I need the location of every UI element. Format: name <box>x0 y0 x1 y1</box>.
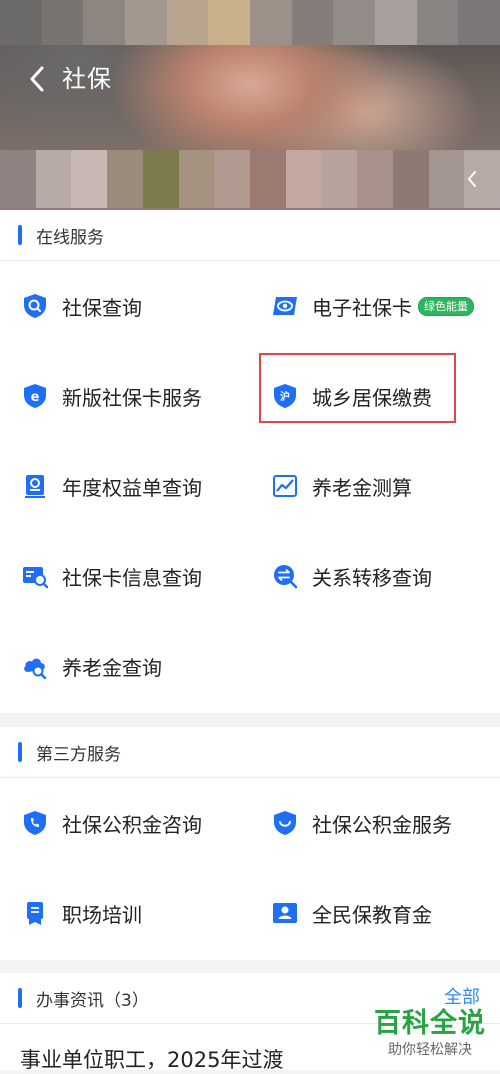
service-transfer-query[interactable]: 关系转移查询 <box>250 531 500 621</box>
person-card-icon <box>273 903 297 923</box>
online-services-section: 在线服务 社保查询 电子社保卡 绿色能量 e 新版社保卡服务 沪 城乡居保缴费 … <box>0 210 500 713</box>
service-label: 职场培训 <box>62 902 142 927</box>
blurred-user-info <box>0 150 500 208</box>
service-fund-service[interactable]: 社保公积金服务 <box>250 778 500 868</box>
svg-text:沪: 沪 <box>280 390 290 403</box>
line-chart-icon <box>273 475 297 497</box>
service-resident-insurance-payment[interactable]: 沪 城乡居保缴费 <box>250 351 500 441</box>
card-search-icon <box>23 567 48 589</box>
chevron-left-icon <box>30 66 44 92</box>
service-label: 养老金测算 <box>312 475 412 500</box>
service-label: 社保卡信息查询 <box>62 565 202 590</box>
receipt-search-icon <box>25 475 45 498</box>
chevron-left-icon <box>467 171 476 187</box>
blurred-status-area <box>0 0 500 45</box>
svg-text:e: e <box>31 390 40 405</box>
ribbon-badge-icon <box>27 902 43 925</box>
service-card-info-query[interactable]: 社保卡信息查询 <box>0 531 250 621</box>
shield-search-icon <box>24 294 46 318</box>
view-all-link[interactable]: 全部 <box>444 973 480 1023</box>
service-shebao-query[interactable]: 社保查询 <box>0 261 250 351</box>
service-education-fund[interactable]: 全民保教育金 <box>250 868 500 958</box>
section-title: 第三方服务 <box>36 744 121 765</box>
hero-banner: 社保 <box>0 0 500 210</box>
service-job-training[interactable]: 职场培训 <box>0 868 250 958</box>
service-label: 年度权益单查询 <box>62 475 202 500</box>
service-label: 社保公积金咨询 <box>62 812 202 837</box>
section-title: 办事资讯（3） <box>36 990 149 1011</box>
green-energy-badge: 绿色能量 <box>418 296 474 316</box>
transfer-search-icon <box>274 565 298 589</box>
shield-smile-icon <box>274 811 296 835</box>
service-label: 社保公积金服务 <box>312 812 452 837</box>
service-e-card[interactable]: 电子社保卡 绿色能量 <box>250 261 500 351</box>
eye-card-icon <box>273 297 297 315</box>
service-label: 养老金查询 <box>62 655 162 680</box>
page-title: 社保 <box>62 65 112 93</box>
section-header: 第三方服务 <box>0 727 500 778</box>
third-party-services-section: 第三方服务 社保公积金咨询 社保公积金服务 职场培训 全民保教育金 <box>0 727 500 960</box>
service-pension-calculator[interactable]: 养老金测算 <box>250 441 500 531</box>
shield-hu-icon: 沪 <box>274 384 296 408</box>
service-label: 城乡居保缴费 <box>312 385 432 410</box>
service-pension-query[interactable]: 养老金查询 <box>0 621 250 711</box>
section-title: 在线服务 <box>36 227 104 248</box>
section-accent-bar <box>18 742 22 762</box>
service-new-card[interactable]: e 新版社保卡服务 <box>0 351 250 441</box>
service-label: 关系转移查询 <box>312 565 432 590</box>
service-label: 新版社保卡服务 <box>62 385 202 410</box>
service-label: 全民保教育金 <box>312 902 432 927</box>
service-label: 电子社保卡 <box>312 295 412 320</box>
banner-prev-button[interactable] <box>462 164 482 194</box>
section-accent-bar <box>18 988 22 1008</box>
service-annual-rights-query[interactable]: 年度权益单查询 <box>0 441 250 531</box>
service-label: 社保查询 <box>62 295 142 320</box>
section-header: 在线服务 <box>0 210 500 261</box>
section-header: 办事资讯（3） 全部 <box>0 973 500 1024</box>
shield-e-icon: e <box>24 384 46 408</box>
service-fund-consult[interactable]: 社保公积金咨询 <box>0 778 250 868</box>
back-button[interactable] <box>20 62 54 96</box>
shield-phone-icon <box>24 811 46 835</box>
cloud-search-icon <box>24 658 47 679</box>
section-accent-bar <box>18 225 22 245</box>
